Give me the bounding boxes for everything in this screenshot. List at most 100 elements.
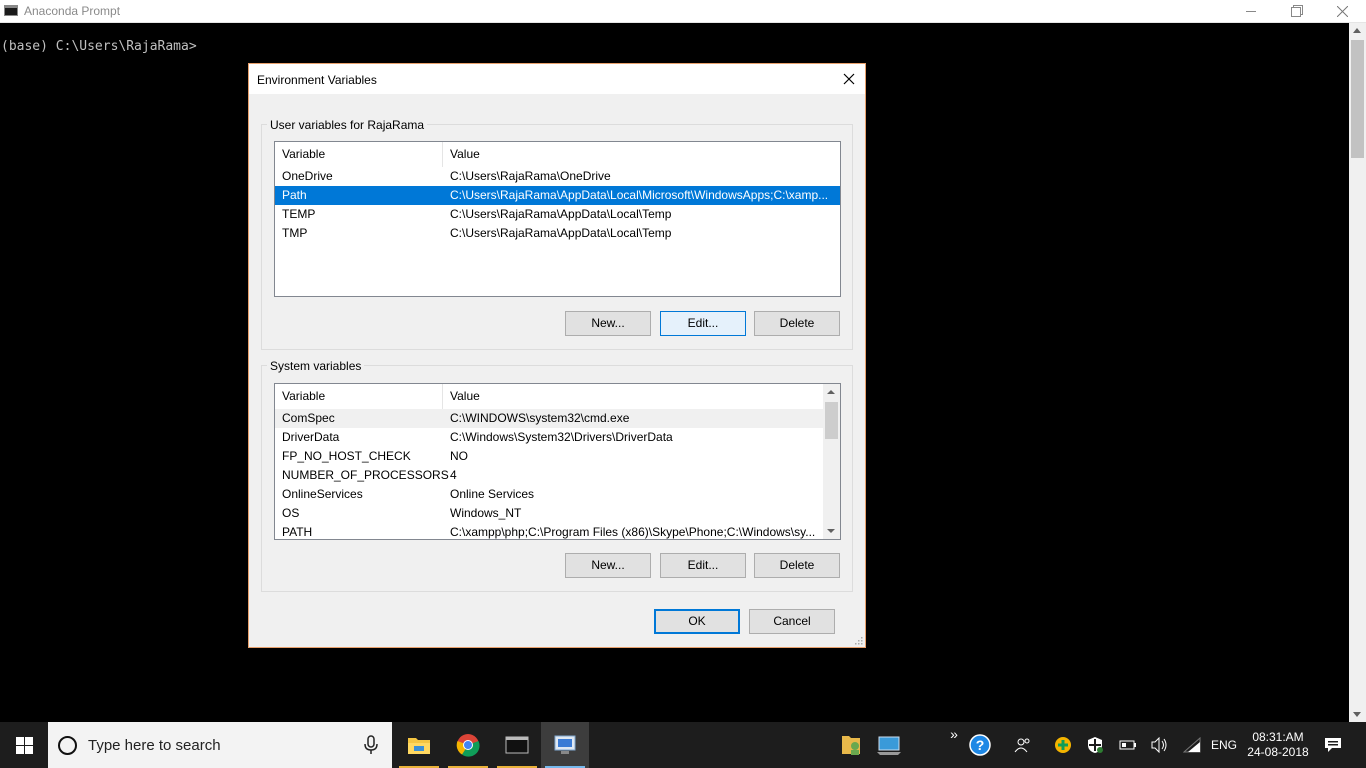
clock-time: 08:31:AM xyxy=(1252,730,1304,744)
column-header-variable[interactable]: Variable xyxy=(275,142,443,167)
variable-name: Path xyxy=(282,188,307,202)
shield-icon xyxy=(1088,737,1103,753)
scroll-up-icon[interactable] xyxy=(1353,28,1361,33)
terminal-icon xyxy=(505,736,529,754)
cancel-button[interactable]: Cancel xyxy=(749,609,835,634)
list-item[interactable]: FP_NO_HOST_CHECK NO xyxy=(275,447,840,466)
variable-value: NO xyxy=(450,449,468,463)
clock-date: 24-08-2018 xyxy=(1247,745,1309,759)
variable-name: TMP xyxy=(282,226,308,240)
dialog-close-icon[interactable] xyxy=(841,71,857,87)
start-button[interactable] xyxy=(0,722,48,768)
people-tray-icon[interactable] xyxy=(1010,722,1036,768)
list-item[interactable]: TMP C:\Users\RajaRama\AppData\Local\Temp xyxy=(275,224,840,243)
search-placeholder: Type here to search xyxy=(88,737,221,754)
system-edit-button[interactable]: Edit... xyxy=(660,553,746,578)
list-header: Variable Value xyxy=(275,384,840,409)
variable-name: PATH xyxy=(282,525,313,539)
prompt-line: (base) C:\Users\RajaRama> xyxy=(1,39,197,54)
taskbar-chrome[interactable] xyxy=(444,722,492,768)
variable-name: OneDrive xyxy=(282,169,333,183)
list-item[interactable]: ComSpec C:\WINDOWS\system32\cmd.exe xyxy=(275,409,840,428)
scroll-down-icon[interactable] xyxy=(1353,712,1361,717)
ok-button[interactable]: OK xyxy=(654,609,740,634)
list-item[interactable]: PATH C:\xampp\php;C:\Program Files (x86)… xyxy=(275,523,840,539)
variable-value: C:\WINDOWS\system32\cmd.exe xyxy=(450,411,630,425)
resize-grip-icon[interactable] xyxy=(853,635,863,645)
list-item[interactable]: TEMP C:\Users\RajaRama\AppData\Local\Tem… xyxy=(275,205,840,224)
system-variables-label: System variables xyxy=(267,359,365,373)
list-item-selected[interactable]: Path C:\Users\RajaRama\AppData\Local\Mic… xyxy=(275,186,840,205)
action-center-tray-icon[interactable] xyxy=(1320,722,1346,768)
variable-value: C:\Users\RajaRama\AppData\Local\Temp xyxy=(450,207,672,221)
variable-value: Windows_NT xyxy=(450,506,522,520)
taskbar-command-prompt[interactable] xyxy=(493,722,541,768)
scroll-thumb[interactable] xyxy=(1351,40,1364,158)
taskbar-search-box[interactable]: Type here to search xyxy=(48,722,392,768)
variable-name: OS xyxy=(282,506,300,520)
user-delete-button[interactable]: Delete xyxy=(754,311,840,336)
taskbar: Type here to search » ? ENG 08:31:AM 24-… xyxy=(0,722,1366,768)
variable-value: Online Services xyxy=(450,487,535,501)
system-delete-button[interactable]: Delete xyxy=(754,553,840,578)
scroll-thumb[interactable] xyxy=(825,402,838,439)
scroll-up-icon[interactable] xyxy=(827,390,835,394)
variable-name: NUMBER_OF_PROCESSORS xyxy=(282,468,449,482)
close-icon xyxy=(1336,6,1348,17)
variable-name: TEMP xyxy=(282,207,316,221)
svg-text:?: ? xyxy=(976,737,985,753)
system-list-scrollbar[interactable] xyxy=(823,384,840,539)
console-scrollbar[interactable] xyxy=(1349,23,1366,722)
minimize-button[interactable] xyxy=(1228,0,1274,23)
list-header: Variable Value xyxy=(275,142,840,167)
people-icon xyxy=(1014,738,1030,753)
dialog-titlebar: Environment Variables xyxy=(249,64,865,94)
taskbar-system-properties[interactable] xyxy=(541,722,589,768)
variable-value: 4 xyxy=(450,468,457,482)
user-variables-list[interactable]: Variable Value OneDrive C:\Users\RajaRam… xyxy=(274,141,841,297)
clock[interactable]: 08:31:AM 24-08-2018 xyxy=(1247,730,1309,760)
user-edit-button[interactable]: Edit... xyxy=(660,311,746,336)
cortana-icon xyxy=(58,736,77,755)
console-close-button[interactable] xyxy=(1319,0,1365,23)
list-item[interactable]: OneDrive C:\Users\RajaRama\OneDrive xyxy=(275,167,840,186)
variable-name: DriverData xyxy=(282,430,340,444)
console-app-icon xyxy=(4,5,18,16)
microphone-icon[interactable] xyxy=(364,735,378,755)
volume-tray-icon[interactable] xyxy=(1146,722,1172,768)
list-item[interactable]: DriverData C:\Windows\System32\Drivers\D… xyxy=(275,428,840,447)
network-computer-tray-icon[interactable] xyxy=(872,722,908,768)
column-header-value[interactable]: Value xyxy=(443,384,840,409)
console-title: Anaconda Prompt xyxy=(24,4,121,18)
security-tray-icon[interactable] xyxy=(1082,722,1108,768)
list-item[interactable]: NUMBER_OF_PROCESSORS 4 xyxy=(275,466,840,485)
show-hidden-icons-icon[interactable]: » xyxy=(944,722,964,768)
language-indicator[interactable]: ENG xyxy=(1208,722,1240,768)
help-tray-icon[interactable]: ? xyxy=(966,722,994,768)
system-properties-icon xyxy=(554,735,576,754)
variable-value: C:\xampp\php;C:\Program Files (x86)\Skyp… xyxy=(450,525,816,539)
column-header-variable[interactable]: Variable xyxy=(275,384,443,409)
restore-button[interactable] xyxy=(1273,0,1319,23)
wifi-icon xyxy=(1183,737,1201,753)
monitor-icon xyxy=(877,736,901,755)
user-new-button[interactable]: New... xyxy=(565,311,651,336)
scroll-down-icon[interactable] xyxy=(827,529,835,533)
list-item[interactable]: OnlineServices Online Services xyxy=(275,485,840,504)
console-titlebar: Anaconda Prompt xyxy=(0,0,1366,23)
system-new-button[interactable]: New... xyxy=(565,553,651,578)
system-variables-list[interactable]: Variable Value ComSpec C:\WINDOWS\system… xyxy=(274,383,841,540)
app-tray-icon[interactable] xyxy=(1050,722,1076,768)
column-header-value[interactable]: Value xyxy=(443,142,840,167)
folder-icon xyxy=(408,738,430,754)
taskbar-file-explorer[interactable] xyxy=(395,722,443,768)
wifi-tray-icon[interactable] xyxy=(1180,722,1204,768)
variable-value: C:\Users\RajaRama\OneDrive xyxy=(450,169,611,183)
variable-value: C:\Windows\System32\Drivers\DriverData xyxy=(450,430,673,444)
user-folder-tray-icon[interactable] xyxy=(836,722,866,768)
windows-logo-icon xyxy=(15,736,33,754)
colorful-app-icon xyxy=(1055,737,1071,753)
battery-tray-icon[interactable] xyxy=(1116,722,1140,768)
user-variables-label: User variables for RajaRama xyxy=(267,118,428,132)
list-item[interactable]: OS Windows_NT xyxy=(275,504,840,523)
